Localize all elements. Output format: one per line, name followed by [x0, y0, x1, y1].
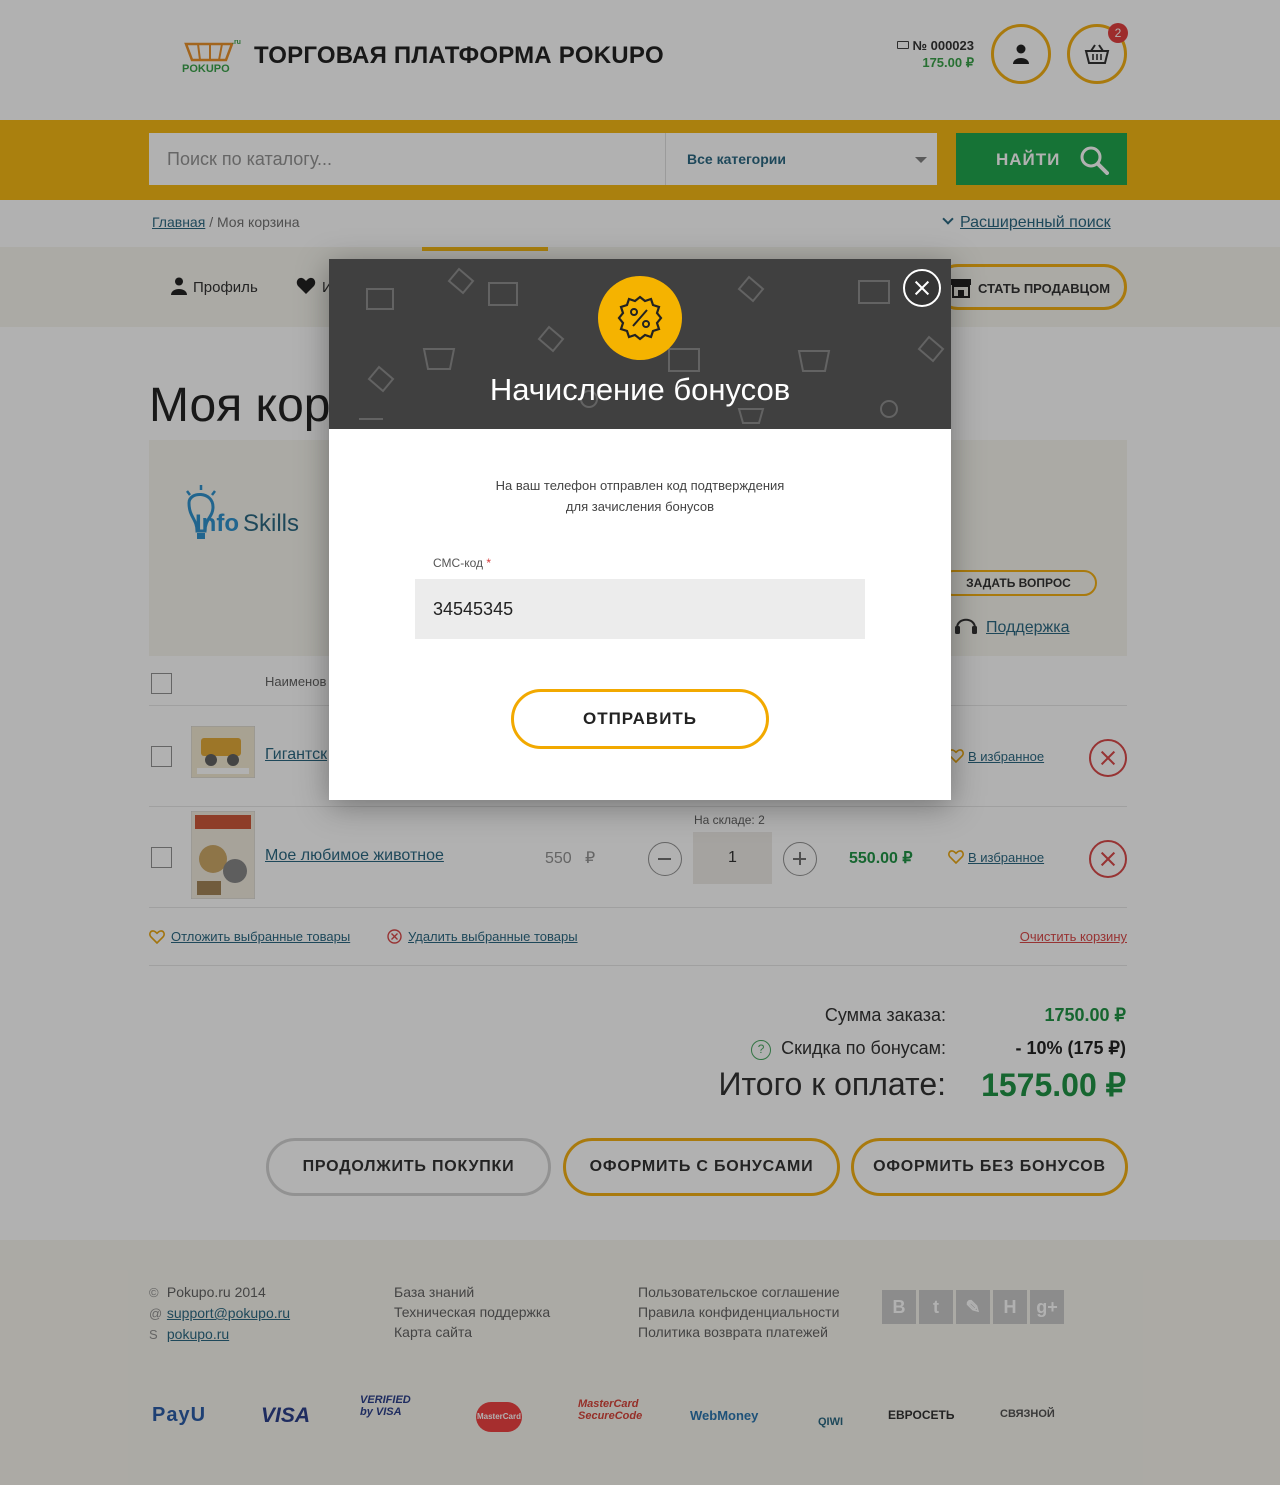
modal-header: Начисление бонусов	[329, 259, 951, 429]
modal-message-line2: для зачисления бонусов	[565, 499, 715, 514]
percent-badge-icon	[598, 276, 682, 360]
close-icon[interactable]	[903, 269, 941, 307]
percent-icon	[617, 295, 663, 341]
modal-title: Начисление бонусов	[489, 372, 791, 407]
modal-message-line1: На ваш телефон отправлен код подтвержден…	[495, 478, 785, 493]
sms-code-input[interactable]	[415, 579, 865, 639]
sms-code-label-text: СМС-код	[433, 556, 483, 570]
sms-code-label: СМС-код *	[433, 556, 491, 570]
submit-button[interactable]: ОТПРАВИТЬ	[511, 689, 769, 749]
modal-message: На ваш телефон отправлен код подтвержден…	[329, 475, 951, 517]
bonus-modal: Начисление бонусов На ваш телефон отправ…	[329, 259, 951, 800]
required-mark: *	[486, 556, 492, 570]
